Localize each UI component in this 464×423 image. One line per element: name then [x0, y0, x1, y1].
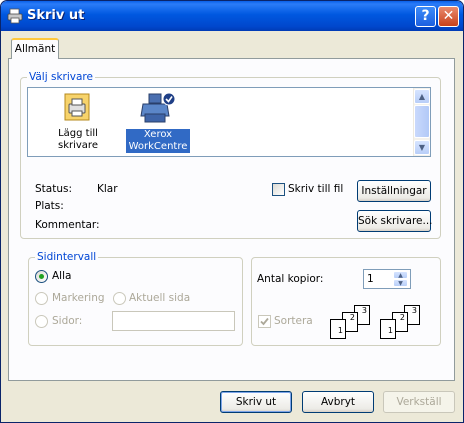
- radio-selected-dot: [39, 274, 44, 279]
- printer-item-xerox-label-2: WorkCentre: [128, 141, 188, 152]
- help-icon: ?: [421, 8, 430, 24]
- pages-label[interactable]: Sidor:: [52, 315, 82, 327]
- copies-stepper[interactable]: 1 ▲ ▼: [363, 269, 411, 289]
- printer-item-add[interactable]: Lägg till skrivare: [42, 92, 114, 152]
- selection-label[interactable]: Markering: [52, 292, 105, 304]
- comment-label: Kommentar:: [35, 219, 100, 231]
- apply-button[interactable]: Verkställ: [383, 391, 455, 413]
- print-to-file-checkbox[interactable]: [272, 183, 285, 196]
- collate-illustration: 3 2 1 3 2 1: [330, 305, 434, 343]
- window-title: Skriv ut: [27, 8, 85, 23]
- printer-item-add-label-2: skrivare: [58, 140, 98, 151]
- add-printer-icon: [64, 93, 90, 121]
- close-icon: ✕: [442, 8, 455, 24]
- printer-item-add-label-1: Lägg till: [58, 128, 98, 139]
- chevron-up-icon: ▲: [418, 92, 426, 101]
- current-page-radio[interactable]: [113, 292, 126, 305]
- printer-item-xerox-label-1: Xerox: [143, 129, 173, 140]
- selection-radio[interactable]: [35, 292, 48, 305]
- pages-input[interactable]: [112, 311, 235, 331]
- spin-up-icon[interactable]: ▲: [393, 271, 408, 279]
- all-pages-radio[interactable]: [35, 270, 48, 283]
- chevron-down-icon: ▼: [418, 143, 426, 152]
- pages-radio[interactable]: [35, 315, 48, 328]
- scroll-thumb[interactable]: [414, 105, 430, 138]
- printer-list-scrollbar[interactable]: ▲ ▼: [413, 88, 430, 156]
- preferences-button[interactable]: Inställningar: [357, 180, 431, 202]
- help-button[interactable]: ?: [415, 6, 436, 27]
- scroll-down-button[interactable]: ▼: [414, 140, 430, 155]
- select-printer-legend: Välj skrivare: [27, 71, 95, 83]
- print-to-file-label[interactable]: Skriv till fil: [288, 183, 343, 195]
- printer-icon: [7, 8, 23, 24]
- title-bar[interactable]: Skriv ut ? ✕: [1, 1, 463, 31]
- page-range-legend: Sidintervall: [35, 251, 99, 263]
- tab-general-label: Allmänt: [14, 43, 56, 55]
- all-pages-label[interactable]: Alla: [52, 270, 71, 282]
- status-label: Status:: [35, 183, 72, 195]
- status-value: Klar: [97, 183, 118, 195]
- check-icon: [260, 317, 269, 326]
- printer-default-icon: [140, 92, 176, 123]
- copies-label: Antal kopior:: [257, 273, 324, 285]
- scroll-up-button[interactable]: ▲: [414, 89, 430, 104]
- location-label: Plats:: [35, 200, 64, 212]
- collate-page: 1: [380, 319, 396, 339]
- printer-item-xerox[interactable]: Xerox WorkCentre: [126, 92, 190, 153]
- printer-item-xerox-label: Xerox WorkCentre: [126, 129, 190, 153]
- collate-checkbox[interactable]: [258, 315, 271, 328]
- print-button[interactable]: Skriv ut: [220, 391, 292, 413]
- current-page-label[interactable]: Aktuell sida: [129, 292, 190, 304]
- find-printer-button[interactable]: Sök skrivare...: [357, 210, 433, 232]
- tab-general[interactable]: Allmänt: [11, 38, 59, 59]
- close-button[interactable]: ✕: [438, 6, 459, 27]
- collate-label[interactable]: Sortera: [274, 315, 313, 327]
- copies-spin-buttons[interactable]: ▲ ▼: [393, 271, 409, 289]
- copies-value: 1: [367, 273, 374, 285]
- collate-page: 1: [330, 319, 346, 339]
- printer-list[interactable]: Lägg till skrivare Xerox WorkCentre ▲ ▼: [27, 87, 431, 157]
- spin-down-icon[interactable]: ▼: [393, 279, 408, 287]
- cancel-button[interactable]: Avbryt: [302, 391, 374, 413]
- print-dialog: Skriv ut ? ✕ Allmänt Välj skrivare Lägg …: [0, 0, 464, 423]
